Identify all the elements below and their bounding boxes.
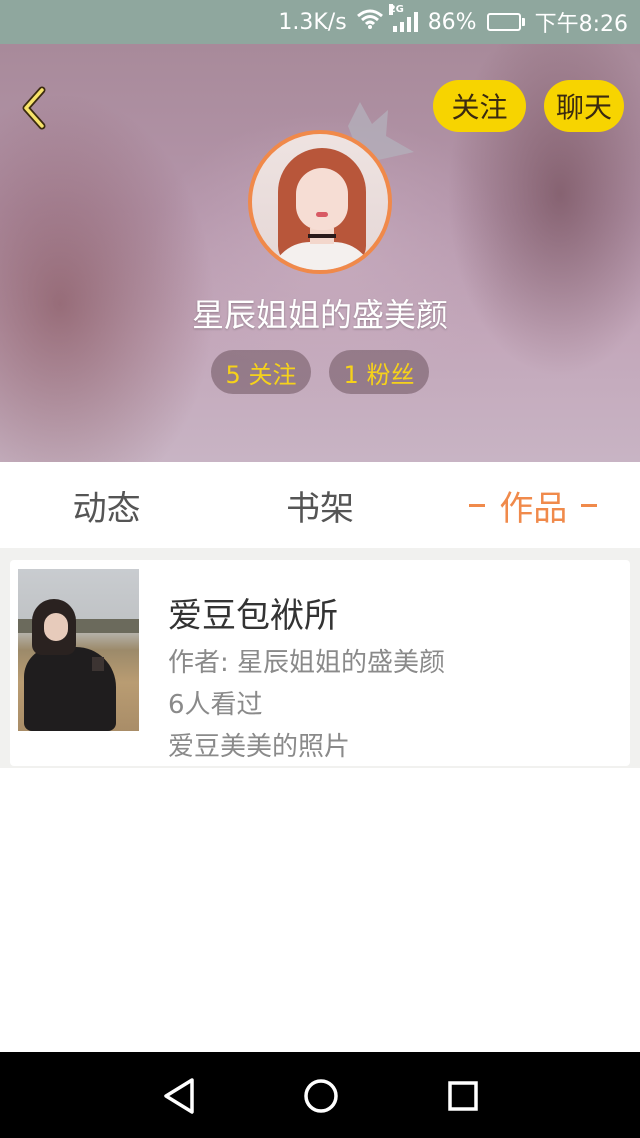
chat-button[interactable]: 聊天 bbox=[544, 80, 624, 132]
network-speed: 1.3K/s bbox=[278, 9, 347, 35]
chevron-left-icon bbox=[22, 86, 46, 130]
work-views: 6人看过 bbox=[168, 690, 263, 720]
wifi-icon bbox=[356, 9, 383, 35]
profile-header: 关注 聊天 星辰姐姐的盛美颜 5 关注 1 粉丝 bbox=[0, 44, 640, 462]
signal-icon: 2G bbox=[388, 4, 418, 32]
tab-label: 书架 bbox=[285, 488, 354, 529]
back-button[interactable] bbox=[16, 86, 52, 130]
tab-label: 动态 bbox=[72, 488, 141, 529]
tab-works[interactable]: 作品 bbox=[427, 462, 640, 548]
work-author: 作者: 星辰姐姐的盛美颜 bbox=[168, 648, 446, 678]
follow-button[interactable]: 关注 bbox=[433, 80, 526, 132]
fans-count[interactable]: 1 粉丝 bbox=[329, 350, 429, 394]
tab-bookshelf[interactable]: 书架 bbox=[213, 462, 426, 548]
tab-label: 作品 bbox=[499, 488, 568, 529]
active-indicator-right bbox=[581, 503, 598, 507]
active-indicator-left bbox=[469, 503, 486, 507]
battery-icon bbox=[486, 13, 525, 31]
home-circle-icon[interactable] bbox=[299, 1074, 343, 1118]
following-count[interactable]: 5 关注 bbox=[211, 350, 311, 394]
tab-moments[interactable]: 动态 bbox=[0, 462, 213, 548]
status-bar: 1.3K/s 2G 86% 下午8:26 bbox=[0, 0, 640, 44]
work-card[interactable]: 爱豆包袱所 作者: 星辰姐姐的盛美颜 6人看过 爱豆美美的照片 bbox=[10, 560, 630, 766]
network-type: 2G bbox=[388, 4, 404, 15]
recents-square-icon[interactable] bbox=[441, 1074, 485, 1118]
work-title: 爱豆包袱所 bbox=[168, 596, 338, 636]
system-nav-bar bbox=[0, 1052, 640, 1138]
work-cover-image bbox=[18, 569, 139, 731]
back-triangle-icon[interactable] bbox=[158, 1074, 202, 1118]
avatar[interactable] bbox=[248, 130, 392, 274]
clock: 下午8:26 bbox=[534, 12, 628, 37]
tab-bar: 动态 书架 作品 bbox=[0, 462, 640, 548]
battery-percent: 86% bbox=[427, 9, 477, 35]
username: 星辰姐姐的盛美颜 bbox=[191, 296, 448, 334]
work-description: 爱豆美美的照片 bbox=[168, 732, 351, 762]
